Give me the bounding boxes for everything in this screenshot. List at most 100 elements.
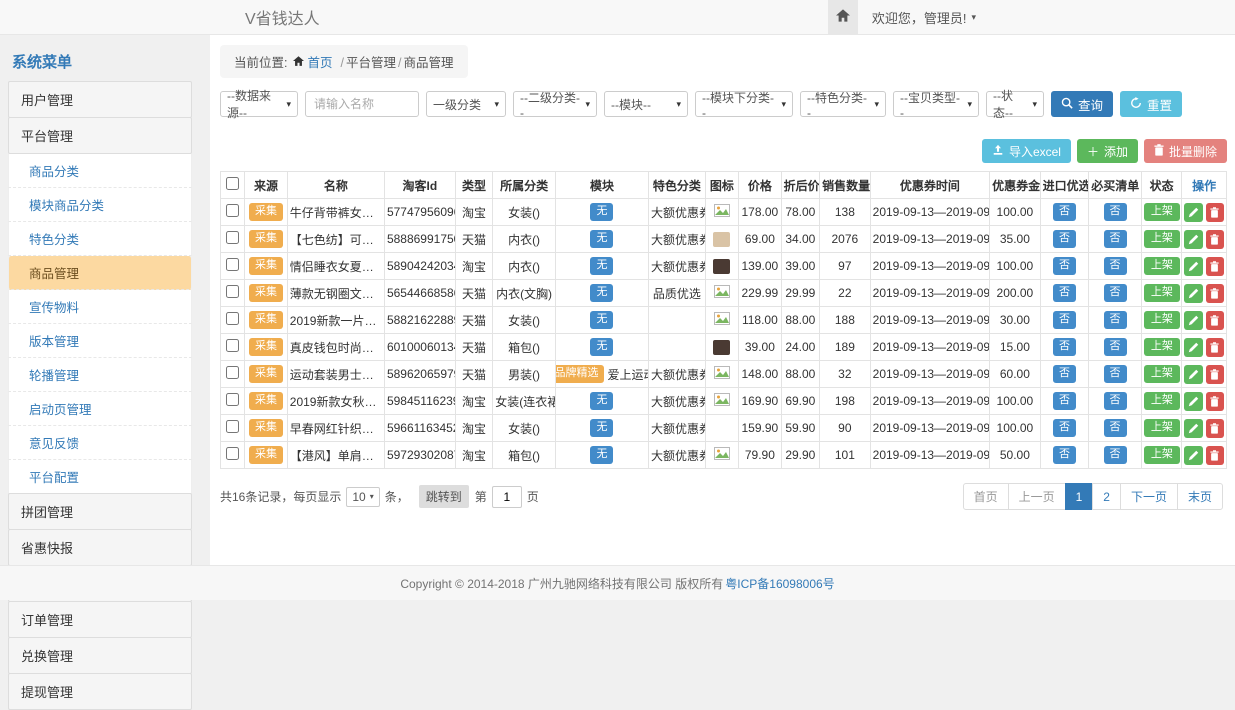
batch-delete-button[interactable]: 批量删除 — [1144, 139, 1227, 163]
sidebar-item-4[interactable]: 特色分类 — [8, 222, 192, 256]
filter-select-5[interactable]: --模块下分类--▾ — [695, 91, 793, 117]
must-buy-toggle-badge[interactable]: 否 — [1104, 419, 1127, 436]
sidebar-item-10[interactable]: 意见反馈 — [8, 426, 192, 460]
sidebar-item-2[interactable]: 商品分类 — [8, 154, 192, 188]
delete-button[interactable] — [1206, 365, 1224, 384]
sidebar-item-6[interactable]: 宣传物料 — [8, 290, 192, 324]
sidebar-item-13[interactable]: 省惠快报 — [8, 529, 192, 566]
status-badge[interactable]: 上架 — [1144, 284, 1180, 301]
status-badge[interactable]: 上架 — [1144, 419, 1180, 436]
delete-button[interactable] — [1206, 446, 1224, 465]
must-buy-toggle-badge[interactable]: 否 — [1104, 230, 1127, 247]
import-toggle-badge[interactable]: 否 — [1053, 230, 1076, 247]
import-toggle-badge[interactable]: 否 — [1053, 392, 1076, 409]
sidebar-item-15[interactable]: 订单管理 — [8, 601, 192, 638]
delete-button[interactable] — [1206, 203, 1224, 222]
import-toggle-badge[interactable]: 否 — [1053, 446, 1076, 463]
must-buy-toggle-badge[interactable]: 否 — [1104, 284, 1127, 301]
jump-page-input[interactable] — [492, 486, 522, 508]
page-button-5[interactable]: 末页 — [1177, 483, 1223, 510]
row-checkbox[interactable] — [226, 312, 239, 325]
filter-select-6[interactable]: --特色分类--▾ — [800, 91, 886, 117]
search-button[interactable]: 查询 — [1051, 91, 1113, 117]
edit-button[interactable] — [1184, 365, 1202, 384]
sidebar-item-5[interactable]: 商品管理 — [8, 256, 192, 290]
must-buy-toggle-badge[interactable]: 否 — [1104, 203, 1127, 220]
icp-link[interactable]: 粤ICP备16098006号 — [725, 575, 834, 592]
add-button[interactable]: ＋ 添加 — [1077, 139, 1138, 163]
delete-button[interactable] — [1206, 257, 1224, 276]
filter-select-4[interactable]: --模块--▾ — [604, 91, 688, 117]
edit-button[interactable] — [1184, 446, 1202, 465]
status-badge[interactable]: 上架 — [1144, 203, 1180, 220]
page-button-3[interactable]: 2 — [1092, 483, 1121, 510]
sidebar-item-1[interactable]: 平台管理 — [8, 117, 192, 154]
row-checkbox[interactable] — [226, 420, 239, 433]
import-toggle-badge[interactable]: 否 — [1053, 419, 1076, 436]
filter-select-7[interactable]: --宝贝类型--▾ — [893, 91, 979, 117]
page-button-0[interactable]: 首页 — [963, 483, 1009, 510]
breadcrumb-item[interactable]: 平台管理 — [346, 56, 396, 70]
sidebar-item-0[interactable]: 用户管理 — [8, 81, 192, 118]
user-menu[interactable]: 欢迎您，管理员! ▾ — [858, 8, 990, 27]
sidebar-item-11[interactable]: 平台配置 — [8, 460, 192, 494]
status-badge[interactable]: 上架 — [1144, 392, 1180, 409]
edit-button[interactable] — [1184, 419, 1202, 438]
delete-button[interactable] — [1206, 419, 1224, 438]
import-toggle-badge[interactable]: 否 — [1053, 311, 1076, 328]
home-button[interactable] — [828, 0, 858, 35]
filter-select-2[interactable]: 一级分类▾ — [426, 91, 506, 117]
page-button-4[interactable]: 下一页 — [1120, 483, 1178, 510]
filter-select-0[interactable]: --数据来源--▾ — [220, 91, 298, 117]
status-badge[interactable]: 上架 — [1144, 365, 1180, 382]
filter-select-8[interactable]: --状态--▾ — [986, 91, 1044, 117]
row-checkbox[interactable] — [226, 204, 239, 217]
row-checkbox[interactable] — [226, 258, 239, 271]
sidebar-item-12[interactable]: 拼团管理 — [8, 493, 192, 530]
import-toggle-badge[interactable]: 否 — [1053, 338, 1076, 355]
edit-button[interactable] — [1184, 257, 1202, 276]
status-badge[interactable]: 上架 — [1144, 311, 1180, 328]
row-checkbox[interactable] — [226, 366, 239, 379]
must-buy-toggle-badge[interactable]: 否 — [1104, 392, 1127, 409]
breadcrumb-home[interactable]: 首页 — [293, 52, 332, 71]
edit-button[interactable] — [1184, 311, 1202, 330]
page-button-1[interactable]: 上一页 — [1008, 483, 1066, 510]
import-toggle-badge[interactable]: 否 — [1053, 284, 1076, 301]
jump-button[interactable]: 跳转到 — [419, 485, 469, 508]
sidebar-item-7[interactable]: 版本管理 — [8, 324, 192, 358]
sidebar-item-8[interactable]: 轮播管理 — [8, 358, 192, 392]
delete-button[interactable] — [1206, 230, 1224, 249]
row-checkbox[interactable] — [226, 447, 239, 460]
import-toggle-badge[interactable]: 否 — [1053, 257, 1076, 274]
must-buy-toggle-badge[interactable]: 否 — [1104, 257, 1127, 274]
status-badge[interactable]: 上架 — [1144, 338, 1180, 355]
name-search-input[interactable] — [305, 91, 419, 117]
must-buy-toggle-badge[interactable]: 否 — [1104, 311, 1127, 328]
page-button-2[interactable]: 1 — [1065, 483, 1094, 510]
must-buy-toggle-badge[interactable]: 否 — [1104, 338, 1127, 355]
status-badge[interactable]: 上架 — [1144, 446, 1180, 463]
import-toggle-badge[interactable]: 否 — [1053, 365, 1076, 382]
delete-button[interactable] — [1206, 392, 1224, 411]
delete-button[interactable] — [1206, 338, 1224, 357]
import-excel-button[interactable]: 导入excel — [982, 139, 1071, 163]
per-page-select[interactable]: 10 ▾ — [346, 487, 379, 507]
edit-button[interactable] — [1184, 392, 1202, 411]
row-checkbox[interactable] — [226, 339, 239, 352]
edit-button[interactable] — [1184, 230, 1202, 249]
edit-button[interactable] — [1184, 203, 1202, 222]
select-all-checkbox[interactable] — [226, 177, 239, 190]
status-badge[interactable]: 上架 — [1144, 230, 1180, 247]
delete-button[interactable] — [1206, 311, 1224, 330]
import-toggle-badge[interactable]: 否 — [1053, 203, 1076, 220]
filter-select-3[interactable]: --二级分类--▾ — [513, 91, 597, 117]
sidebar-item-16[interactable]: 兑换管理 — [8, 637, 192, 674]
status-badge[interactable]: 上架 — [1144, 257, 1180, 274]
breadcrumb-item[interactable]: 商品管理 — [403, 56, 453, 70]
row-checkbox[interactable] — [226, 231, 239, 244]
row-checkbox[interactable] — [226, 285, 239, 298]
edit-button[interactable] — [1184, 284, 1202, 303]
sidebar-item-3[interactable]: 模块商品分类 — [8, 188, 192, 222]
delete-button[interactable] — [1206, 284, 1224, 303]
